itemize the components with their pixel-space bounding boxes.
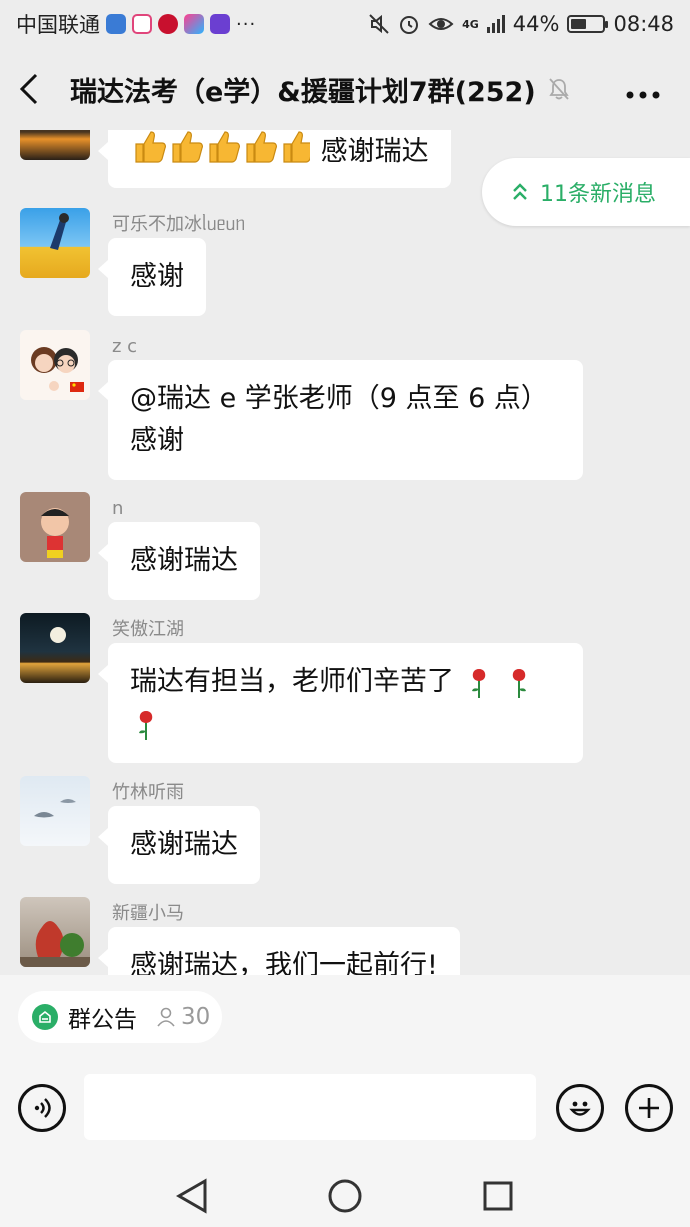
circle-home-icon (328, 1179, 362, 1213)
media-app-icon (210, 14, 230, 34)
alarm-icon (400, 16, 419, 34)
triangle-back-icon (175, 1178, 207, 1214)
more-icon (626, 91, 660, 98)
voice-icon (34, 1098, 51, 1118)
avatar[interactable] (20, 208, 90, 278)
message-text: 感谢瑞达 (130, 829, 238, 860)
nav-back-button[interactable] (167, 1171, 217, 1221)
sender-name: 可乐不加冰ᥣᥙᥱᥙᥒ (112, 214, 246, 235)
square-recents-icon (483, 1181, 513, 1211)
battery-icon (567, 15, 609, 33)
rose-emoji-icon (471, 668, 485, 698)
more-button[interactable] (626, 72, 672, 107)
emoji-button[interactable] (556, 1084, 604, 1132)
battery-percent: 44% (512, 12, 560, 36)
group-notice-button[interactable]: 群公告 30 (18, 991, 222, 1043)
avatar[interactable] (20, 897, 90, 967)
link-app-icon (132, 14, 152, 34)
message-text: 瑞达有担当，老师们辛苦了 (130, 666, 454, 697)
composer (0, 1055, 690, 1165)
eye-icon (428, 18, 454, 30)
message-bubble[interactable]: @瑞达 e 学张老师（9 点至 6 点） 感谢 (98, 360, 583, 480)
message-bubble[interactable]: 瑞达有担当，老师们辛苦了 (98, 643, 583, 763)
announcement-icon (32, 1004, 58, 1030)
sender-name: 竹林听雨 (112, 782, 184, 803)
carrier-label: 中国联通 (16, 13, 100, 37)
avatar[interactable] (20, 130, 90, 160)
nav-recents-button[interactable] (473, 1171, 523, 1221)
message-bubble[interactable]: 感谢瑞达 (98, 522, 260, 600)
avatar[interactable] (20, 613, 90, 683)
message-text: 感谢 (130, 261, 184, 292)
rose-emoji-icon (512, 668, 527, 698)
network-type-label: 4G (462, 18, 479, 31)
voice-button[interactable] (18, 1084, 66, 1132)
system-nav-bar (0, 1165, 690, 1227)
signal-icon (486, 15, 505, 33)
message-text-line: 感谢 (130, 425, 184, 456)
chat-header: 瑞达法考（e学）&援疆计划7群(252) (0, 48, 690, 130)
message-list[interactable]: 感谢瑞达 可乐不加冰ᥣᥙᥱᥙᥒ 感谢 z c @瑞达 e 学张老师（9 点至 6… (0, 130, 690, 975)
status-bar: 中国联通 ··· 4G 44% 08:48 (0, 0, 690, 48)
more-notifications-icon: ··· (236, 13, 257, 35)
video-app-icon (184, 14, 204, 34)
group-notice-bar: 群公告 30 (0, 975, 690, 1055)
shield-app-icon (106, 14, 126, 34)
message-input[interactable] (84, 1074, 536, 1140)
thumbs-up-emojis (130, 130, 314, 179)
plus-icon (639, 1098, 659, 1118)
new-messages-button[interactable]: 11条新消息 (482, 158, 690, 226)
person-icon (157, 1007, 175, 1027)
mute-icon (369, 14, 389, 34)
message-text: 感谢瑞达 (130, 545, 238, 576)
message-text-line: @瑞达 e 学张老师（9 点至 6 点） (130, 383, 548, 414)
message-bubble[interactable]: 感谢瑞达 (98, 130, 451, 188)
message-bubble[interactable]: 感谢 (98, 238, 206, 316)
avatar[interactable] (20, 330, 90, 400)
sender-name: z c (112, 336, 138, 357)
back-icon (19, 73, 38, 105)
message-bubble[interactable]: 感谢瑞达，我们一起前行! (98, 927, 460, 975)
member-count-value: 30 (181, 1004, 211, 1030)
message-bubble[interactable]: 感谢瑞达 (98, 806, 260, 884)
sender-name: 新疆小马 (112, 903, 184, 924)
nav-home-button[interactable] (320, 1171, 370, 1221)
message-text: 感谢瑞达 (320, 136, 429, 167)
member-count: 30 (155, 1004, 210, 1030)
message-text: 感谢瑞达，我们一起前行! (130, 950, 438, 975)
bank-app-icon (158, 14, 178, 34)
rose-emoji-icon (139, 710, 153, 740)
avatar[interactable] (20, 492, 90, 562)
new-messages-label: 11条新消息 (540, 182, 656, 207)
back-button[interactable] (18, 64, 58, 114)
chat-title: 瑞达法考（e学）&援疆计划7群(252) (70, 76, 536, 108)
sender-name: 笑傲江湖 (112, 619, 184, 640)
clock: 08:48 (613, 12, 674, 36)
more-functions-button[interactable] (625, 1084, 673, 1132)
emoji-icon (569, 1101, 591, 1116)
group-notice-label: 群公告 (68, 1007, 137, 1033)
avatar[interactable] (20, 776, 90, 846)
sender-name: n (112, 498, 124, 519)
double-chevron-up-icon (513, 183, 527, 200)
mute-bell-icon (546, 76, 572, 102)
